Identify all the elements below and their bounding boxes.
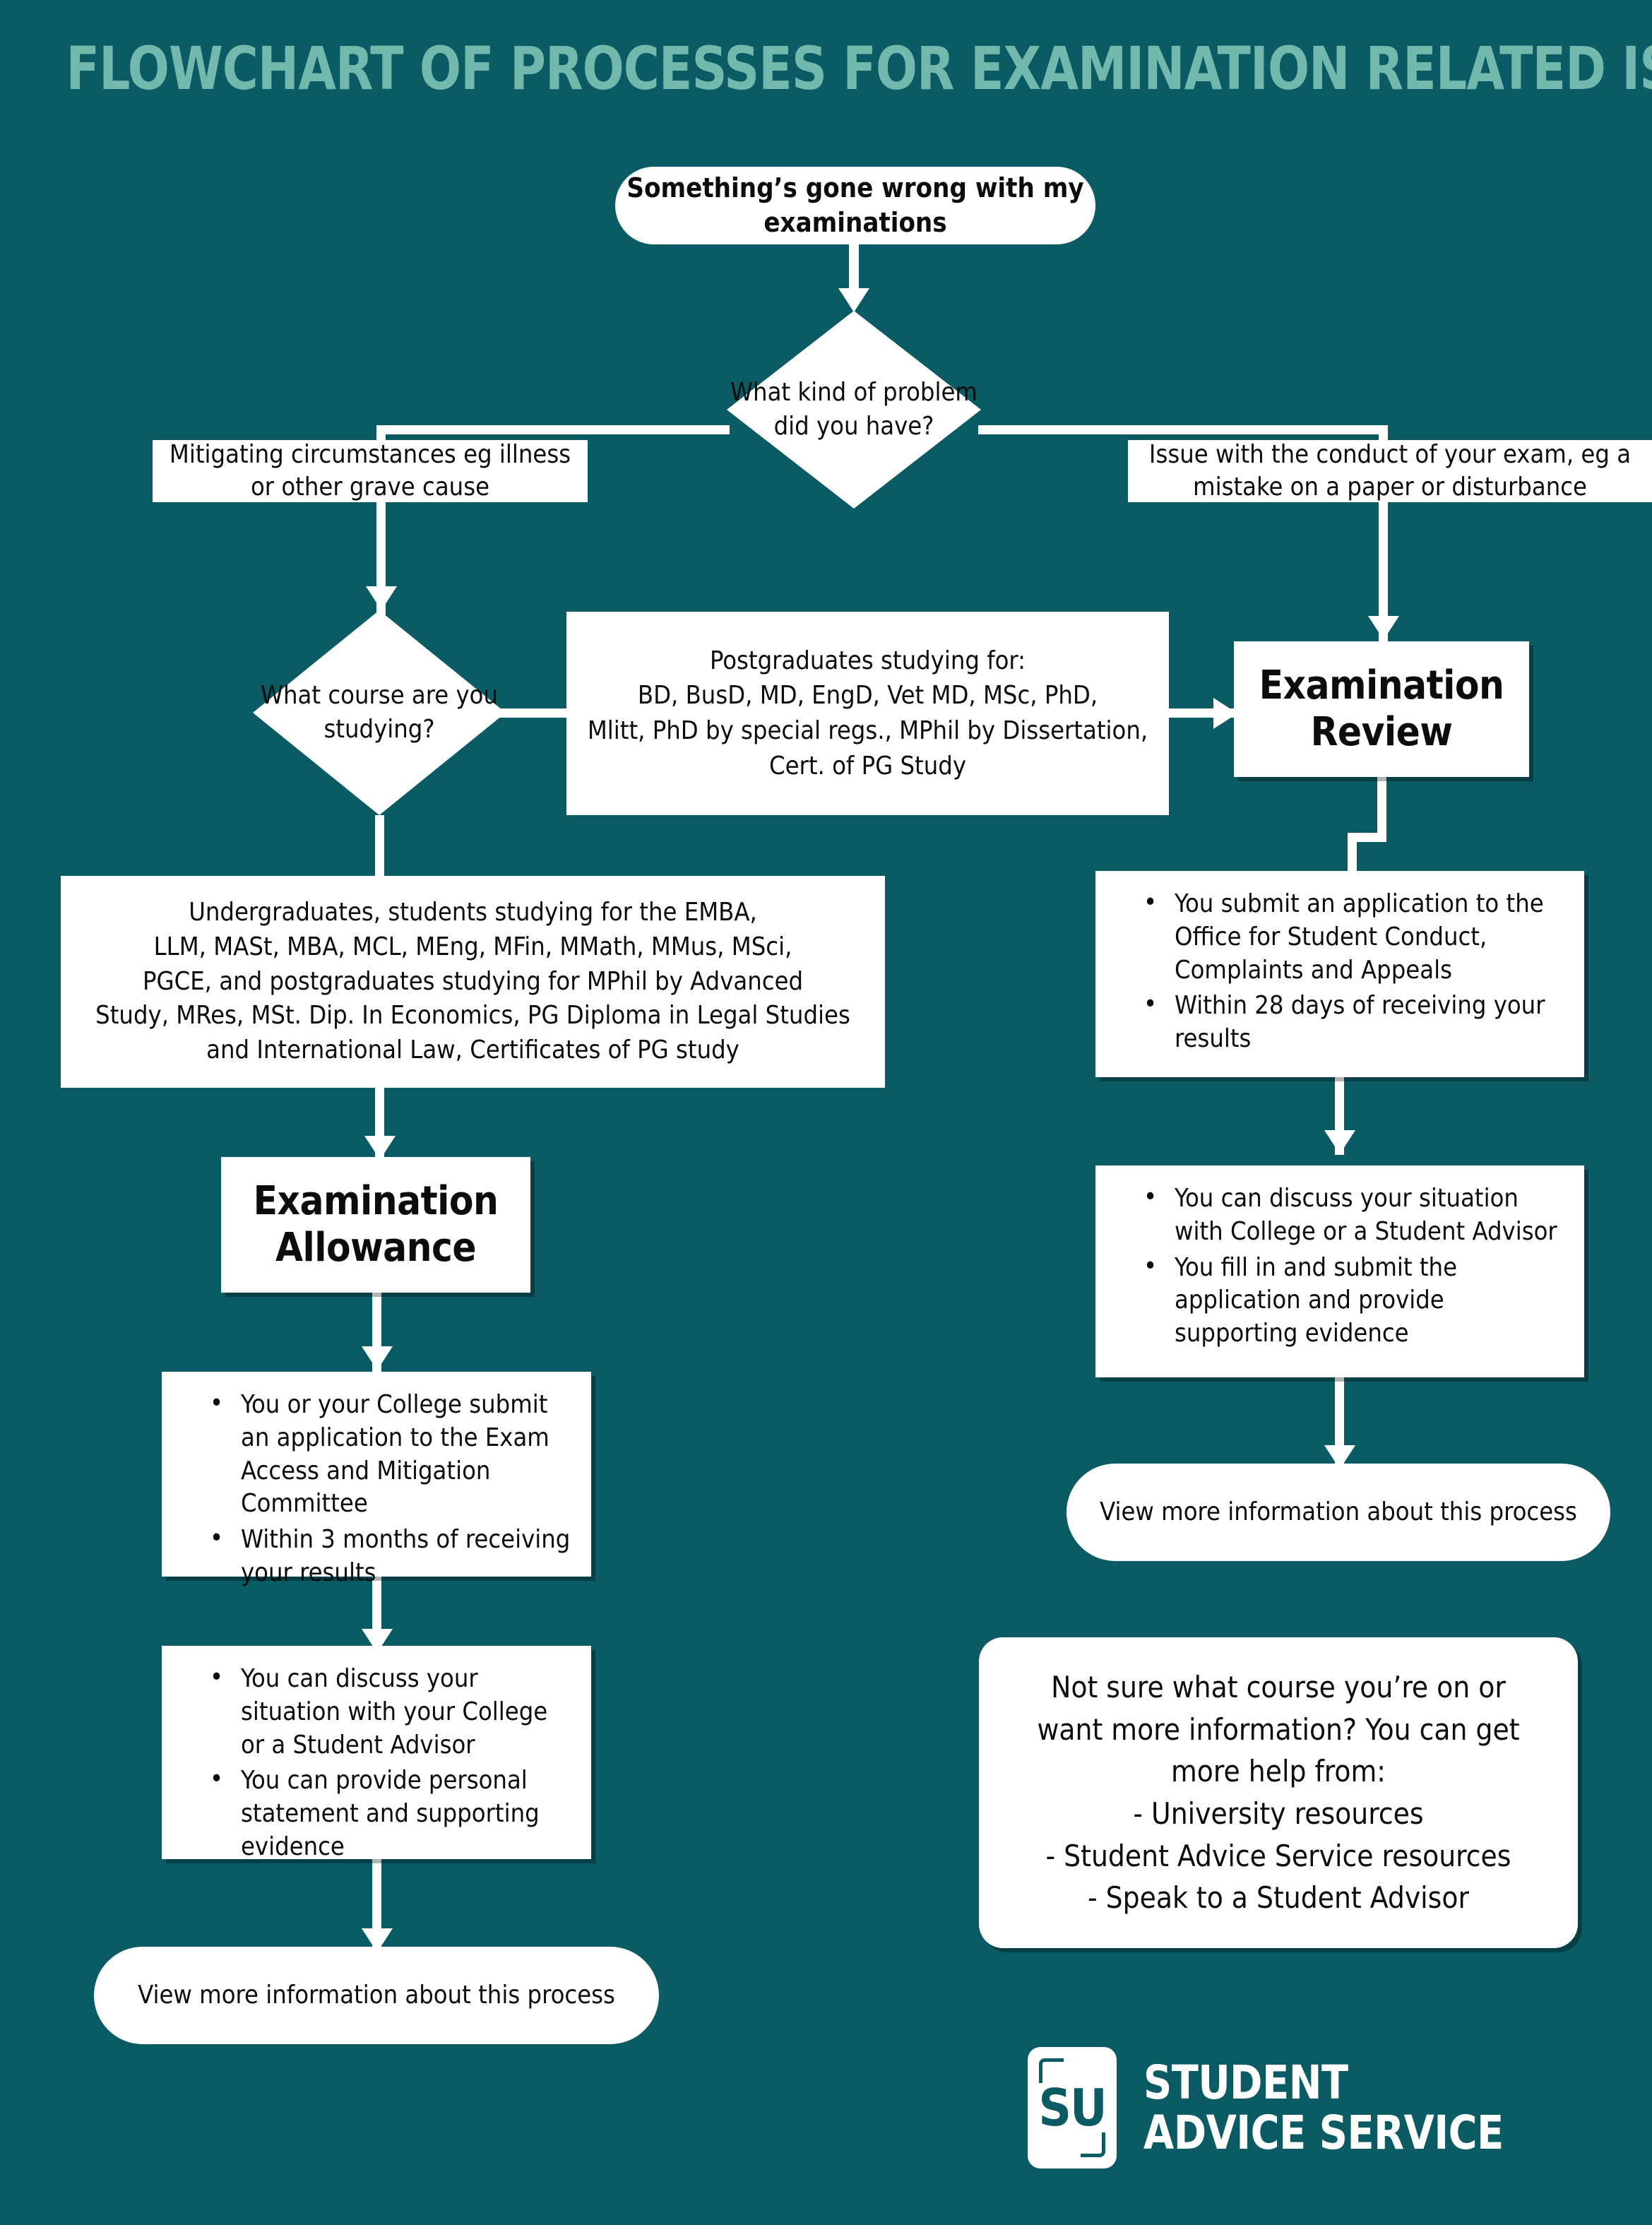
list-item: You can provide personal statement and s… [210, 1763, 573, 1863]
connector-decision-right-horizontal [978, 425, 1388, 434]
node-view-more-left-label: View more information about this process [138, 1980, 615, 2010]
arrowhead-allowance-to-step1 [362, 1346, 393, 1370]
node-examination-allowance-label: Examination Allowance [253, 1177, 499, 1271]
list-item: You submit an application to the Office … [1143, 886, 1566, 987]
allowance-step1-list: You or your College submit an applicatio… [169, 1387, 573, 1590]
su-logo-line2: ADVICE SERVICE [1143, 2106, 1504, 2160]
list-item: You or your College submit an applicatio… [210, 1387, 573, 1521]
list-item: You can discuss your situation with Coll… [1143, 1181, 1566, 1249]
review-step2-list: You can discuss your situation with Coll… [1103, 1181, 1566, 1351]
arrowhead-mitigating-to-course [366, 586, 397, 610]
undergrad-line-5: and International Law, Certificates of P… [206, 1036, 739, 1065]
undergrad-line-3: PGCE, and postgraduates studying for MPh… [142, 966, 804, 996]
arrowhead-start-to-decision [838, 288, 869, 312]
su-logo-mark: SU [1028, 2047, 1117, 2168]
list-item: You fill in and submit the application a… [1143, 1250, 1566, 1351]
node-view-more-right[interactable]: View more information about this process [1066, 1464, 1610, 1561]
review-step1-list: You submit an application to the Office … [1103, 886, 1566, 1056]
node-allowance-step2: You can discuss your situation with your… [162, 1646, 591, 1861]
arrowhead-conduct-to-review [1368, 616, 1399, 640]
node-decision-problem: What kind of problem did you have? [727, 311, 981, 509]
su-logo: SU STUDENT ADVICE SERVICE [1028, 2047, 1526, 2168]
list-item: Within 3 months of receiving your result… [210, 1522, 573, 1590]
help-line-3: more help from: [1170, 1754, 1386, 1789]
node-branch-conduct-label: Issue with the conduct of your exam, eg … [1148, 439, 1632, 502]
su-logo-line1: STUDENT [1143, 2055, 1348, 2110]
undergrad-line-4: Study, MRes, MSt. Dip. In Economics, PG … [95, 1001, 850, 1031]
postgrad-line-1: Postgraduates studying for: [709, 646, 1026, 675]
postgrad-line-4: Cert. of PG Study [768, 751, 967, 781]
connector-course-to-postgrad [494, 708, 572, 718]
node-review-step1: You submit an application to the Office … [1095, 871, 1584, 1077]
node-review-step2: You can discuss your situation with Coll… [1095, 1165, 1584, 1377]
allowance-step2-list: You can discuss your situation with your… [169, 1661, 573, 1864]
node-postgraduates: Postgraduates studying for: BD, BusD, MD… [566, 612, 1169, 815]
node-undergraduates: Undergraduates, students studying for th… [61, 876, 885, 1088]
connector-decision-left-horizontal [376, 425, 730, 434]
list-item: Within 28 days of receiving your results [1143, 988, 1566, 1056]
postgrad-line-2: BD, BusD, MD, EngD, Vet MD, MSc, PhD, [637, 681, 1098, 711]
node-view-more-right-label: View more information about this process [1100, 1497, 1577, 1526]
node-branch-conduct: Issue with the conduct of your exam, eg … [1128, 440, 1652, 502]
help-line-1: Not sure what course you’re on or [1051, 1670, 1506, 1705]
node-examination-review-label: Examination Review [1259, 662, 1504, 755]
node-decision-course: What course are you studying? [253, 610, 506, 815]
node-start-label: Something’s gone wrong with my examinati… [626, 172, 1084, 238]
su-logo-text: STUDENT ADVICE SERVICE [1143, 2055, 1504, 2160]
connector-course-to-undergrad [375, 815, 384, 880]
help-line-2: want more information? You can get [1037, 1711, 1520, 1747]
su-logo-initials: SU [1038, 2078, 1107, 2137]
node-branch-mitigating: Mitigating circumstances eg illness or o… [153, 440, 588, 502]
help-line-6: - Speak to a Student Advisor [1087, 1880, 1469, 1916]
node-view-more-left[interactable]: View more information about this process [94, 1947, 659, 2044]
undergrad-line-1: Undergraduates, students studying for th… [189, 897, 757, 927]
arrowhead-undergrad-to-allowance [364, 1136, 396, 1160]
node-decision-course-label: What course are you studying? [260, 681, 498, 744]
node-allowance-step1: You or your College submit an applicatio… [162, 1372, 591, 1587]
undergrad-line-2: LLM, MASt, MBA, MCL, MEng, MFin, MMath, … [153, 932, 792, 961]
node-start: Something’s gone wrong with my examinati… [615, 167, 1095, 244]
list-item: You can discuss your situation with your… [210, 1661, 573, 1762]
help-line-5: - Student Advice Service resources [1045, 1838, 1511, 1873]
flowchart-canvas: FLOWCHART OF PROCESSES FOR EXAMINATION R… [0, 0, 1652, 2225]
node-branch-mitigating-label: Mitigating circumstances eg illness or o… [169, 439, 571, 502]
arrowhead-review-step1-to-step2 [1324, 1130, 1355, 1154]
help-line-4: - University resources [1133, 1796, 1424, 1831]
node-decision-problem-label: What kind of problem did you have? [730, 378, 977, 441]
postgrad-line-3: Mlitt, PhD by special regs., MPhil by Di… [587, 716, 1148, 745]
node-examination-review: Examination Review [1234, 641, 1529, 777]
node-help-box: Not sure what course you’re on or want m… [979, 1637, 1578, 1948]
page-title: FLOWCHART OF PROCESSES FOR EXAMINATION R… [66, 34, 1652, 103]
node-examination-allowance: Examination Allowance [221, 1157, 530, 1293]
